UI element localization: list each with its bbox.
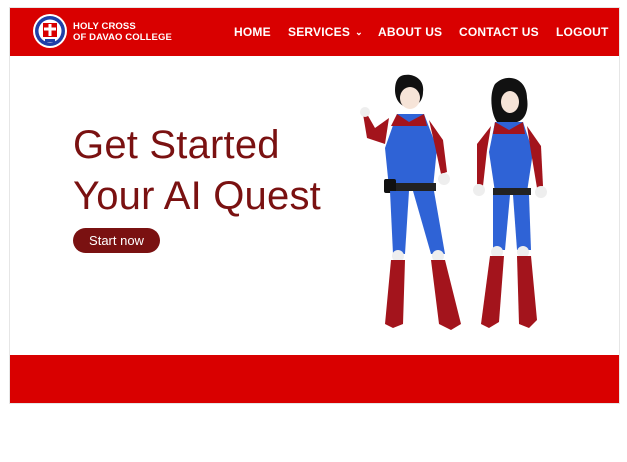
- college-name-line1: HOLY CROSS: [73, 21, 136, 32]
- hero-title: Get Started Your AI Quest: [73, 120, 321, 222]
- superheroes-illustration: [360, 74, 547, 330]
- hero-title-line1: Get Started: [73, 123, 280, 167]
- male-hero-figure: [360, 74, 461, 330]
- nav-services-label: SERVICES: [288, 25, 351, 39]
- hero-title-line2: Your AI Quest: [73, 174, 321, 218]
- nav-contact-us[interactable]: CONTACT US: [459, 25, 539, 39]
- nav-services[interactable]: SERVICES ⌄: [288, 25, 363, 39]
- nav-about-us[interactable]: ABOUT US: [378, 25, 442, 39]
- chevron-down-icon: ⌄: [355, 27, 363, 37]
- college-name-line2: OF DAVAO COLLEGE: [73, 32, 172, 43]
- nav-home[interactable]: HOME: [234, 25, 271, 39]
- female-hero-figure: [473, 77, 547, 328]
- footer-band: [10, 355, 619, 403]
- start-now-button[interactable]: Start now: [73, 228, 160, 253]
- page-frame: HOLY CROSS OF DAVAO COLLEGE HOME SERVICE…: [10, 8, 619, 403]
- college-name[interactable]: HOLY CROSS OF DAVAO COLLEGE: [73, 21, 172, 43]
- top-navbar: HOLY CROSS OF DAVAO COLLEGE HOME SERVICE…: [10, 8, 619, 56]
- college-seal-icon[interactable]: [32, 13, 68, 49]
- nav-logout[interactable]: LOGOUT: [556, 25, 609, 39]
